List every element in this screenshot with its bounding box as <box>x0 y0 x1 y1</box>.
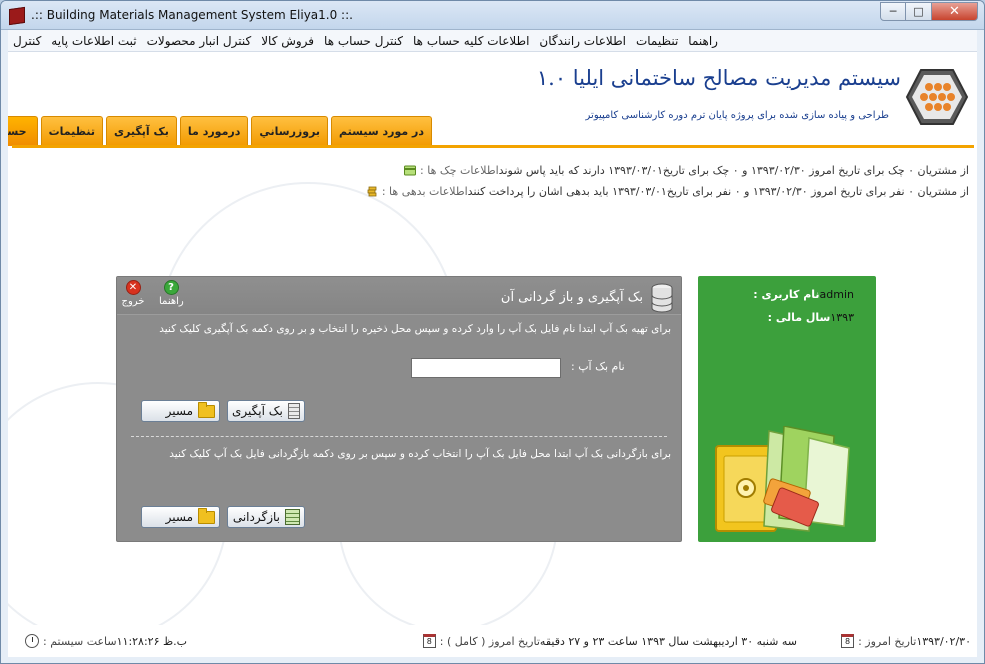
folder-icon <box>198 507 215 524</box>
maximize-icon: □ <box>913 5 924 18</box>
backup-panel-header: بک آپگیری و باز گردانی آن ✕ خروج ? راهنم… <box>117 277 681 315</box>
status-date-label: تاریخ امروز : <box>858 634 917 648</box>
app-icon[interactable] <box>9 6 25 26</box>
title-bar[interactable]: .:: Building Materials Management System… <box>1 1 984 30</box>
help-button[interactable]: ? راهنما <box>159 280 184 307</box>
menu-control[interactable]: کنترل <box>8 34 46 48</box>
status-time-value: ب.ظ ۱۱:۲۸:۲۶ <box>116 634 188 648</box>
help-label: راهنما <box>159 296 184 307</box>
restore-path-button-label: مسیر <box>165 510 193 524</box>
backup-button[interactable]: بک آپگیری <box>227 400 305 422</box>
safe-and-folders-illustration <box>715 426 850 532</box>
username-value: admin <box>819 288 854 301</box>
help-icon: ? <box>163 280 179 295</box>
menu-accounts-control[interactable]: کنترل حساب ها <box>319 34 408 48</box>
window-controls: ─ □ ✕ <box>880 2 978 21</box>
debts-info: اطلاعات بدهی ها : از مشتریان ۰ نفر برای … <box>361 185 969 198</box>
backup-instructions: برای تهیه بک آپ ابتدا نام فایل بک آپ را … <box>159 323 671 335</box>
backup-path-button[interactable]: مسیر <box>141 400 220 422</box>
minimize-icon: ─ <box>889 5 897 18</box>
credit-card-icon <box>404 165 417 176</box>
menu-bar: کنترل ثبت اطلاعات پایه کنترل انبار محصول… <box>8 30 977 52</box>
tab-about-system[interactable]: در مورد سیستم <box>331 116 432 146</box>
menu-sales[interactable]: فروش کالا <box>256 34 319 48</box>
status-time: ساعت سیستم : ب.ظ ۱۱:۲۸:۲۶ <box>20 634 187 648</box>
restore-path-button[interactable]: مسیر <box>141 506 220 528</box>
clock-icon <box>25 634 39 648</box>
menu-help[interactable]: راهنما <box>683 34 723 48</box>
checks-info-label: اطلاعات چک ها : <box>420 164 499 177</box>
fiscal-year-row: سال مالی : ۱۳۹۳ <box>768 311 866 324</box>
restore-instructions: برای بازگردانی بک آپ ابتدا محل فایل بک آ… <box>169 448 671 460</box>
exit-icon: ✕ <box>125 280 141 295</box>
status-full-date: 8 تاریخ امروز ( کامل ) : سه شنبه ۳۰ اردی… <box>418 634 797 648</box>
backup-filename-label: نام بک آپ : <box>571 360 625 373</box>
debts-info-text: از مشتریان ۰ نفر برای تاریخ امروز ۱۳۹۳/۰… <box>467 185 969 198</box>
calendar-icon: 8 <box>841 634 855 648</box>
backup-path-button-label: مسیر <box>165 404 193 418</box>
backup-panel: بک آپگیری و باز گردانی آن ✕ خروج ? راهنم… <box>116 276 682 542</box>
tab-user-account[interactable]: حساب کاربری <box>8 116 38 146</box>
status-full-date-label: تاریخ امروز ( کامل ) : <box>439 634 540 648</box>
calendar-icon: 8 <box>422 634 436 648</box>
status-date: 8 تاریخ امروز : ۱۳۹۳/۰۲/۳۰ <box>836 634 971 648</box>
menu-all-accounts[interactable]: اطلاعات کلیه حساب ها <box>408 34 534 48</box>
restore-icon <box>285 509 300 525</box>
user-info-panel: نام کاربری : admin سال مالی : ۱۳۹۳ <box>698 276 876 542</box>
backup-filename-input[interactable] <box>411 358 561 378</box>
status-date-value: ۱۳۹۳/۰۲/۳۰ <box>916 634 971 648</box>
restore-button-label: بازگردانی <box>232 510 280 524</box>
fiscal-year-label: سال مالی : <box>767 311 831 324</box>
app-logo <box>905 69 969 125</box>
restore-button[interactable]: بازگردانی <box>227 506 305 528</box>
exit-button[interactable]: ✕ خروج <box>121 280 145 307</box>
menu-base-info[interactable]: ثبت اطلاعات پایه <box>46 34 141 48</box>
app-subtitle: طراحی و پیاده سازی شده برای پروژه پایان … <box>585 110 889 121</box>
window-title: .:: Building Materials Management System… <box>31 8 353 22</box>
app-title: سیستم مدیریت مصالح ساختمانی ایلیا ۱.۰ <box>536 66 901 90</box>
username-label: نام کاربری : <box>753 288 820 301</box>
tab-backup[interactable]: بک آپگیری <box>105 116 177 146</box>
section-divider <box>131 436 667 437</box>
backup-panel-title: بک آپگیری و باز گردانی آن <box>500 290 643 305</box>
fiscal-year-value: ۱۳۹۳ <box>830 311 854 324</box>
maximize-button[interactable]: □ <box>906 2 932 21</box>
backup-button-label: بک آپگیری <box>232 404 283 418</box>
minimize-button[interactable]: ─ <box>880 2 906 21</box>
main-content: سیستم مدیریت مصالح ساختمانی ایلیا ۱.۰ طر… <box>8 52 977 657</box>
menu-settings[interactable]: تنظیمات <box>631 34 683 48</box>
folder-icon <box>198 401 215 418</box>
app-window: .:: Building Materials Management System… <box>0 0 985 664</box>
status-full-date-value: سه شنبه ۳۰ اردیبهشت سال ۱۳۹۳ ساعت ۲۳ و ۲… <box>539 634 797 648</box>
checks-info: اطلاعات چک ها : از مشتریان ۰ چک برای تار… <box>399 164 969 177</box>
menu-drivers[interactable]: اطلاعات رانندگان <box>534 34 631 48</box>
coins-icon <box>367 186 377 197</box>
debts-info-label: اطلاعات بدهی ها : <box>381 185 468 198</box>
server-icon <box>287 403 300 419</box>
tab-bar: حساب کاربری تنظیمات بک آپگیری درمورد ما … <box>8 116 432 146</box>
close-button[interactable]: ✕ <box>932 2 978 21</box>
tab-settings[interactable]: تنظیمات <box>40 116 103 146</box>
status-time-label: ساعت سیستم : <box>43 634 117 648</box>
database-icon <box>651 283 673 313</box>
tab-about-us[interactable]: درمورد ما <box>179 116 249 146</box>
username-row: نام کاربری : admin <box>753 288 866 301</box>
tab-underline <box>12 145 974 148</box>
checks-info-text: از مشتریان ۰ چک برای تاریخ امروز ۱۳۹۳/۰۲… <box>498 164 969 177</box>
close-icon: ✕ <box>949 4 960 19</box>
status-bar: 8 تاریخ امروز : ۱۳۹۳/۰۲/۳۰ 8 تاریخ امروز… <box>8 625 977 657</box>
exit-label: خروج <box>121 296 145 307</box>
tab-update[interactable]: بروزرساني <box>251 116 329 146</box>
menu-warehouse[interactable]: کنترل انبار محصولات <box>142 34 257 48</box>
